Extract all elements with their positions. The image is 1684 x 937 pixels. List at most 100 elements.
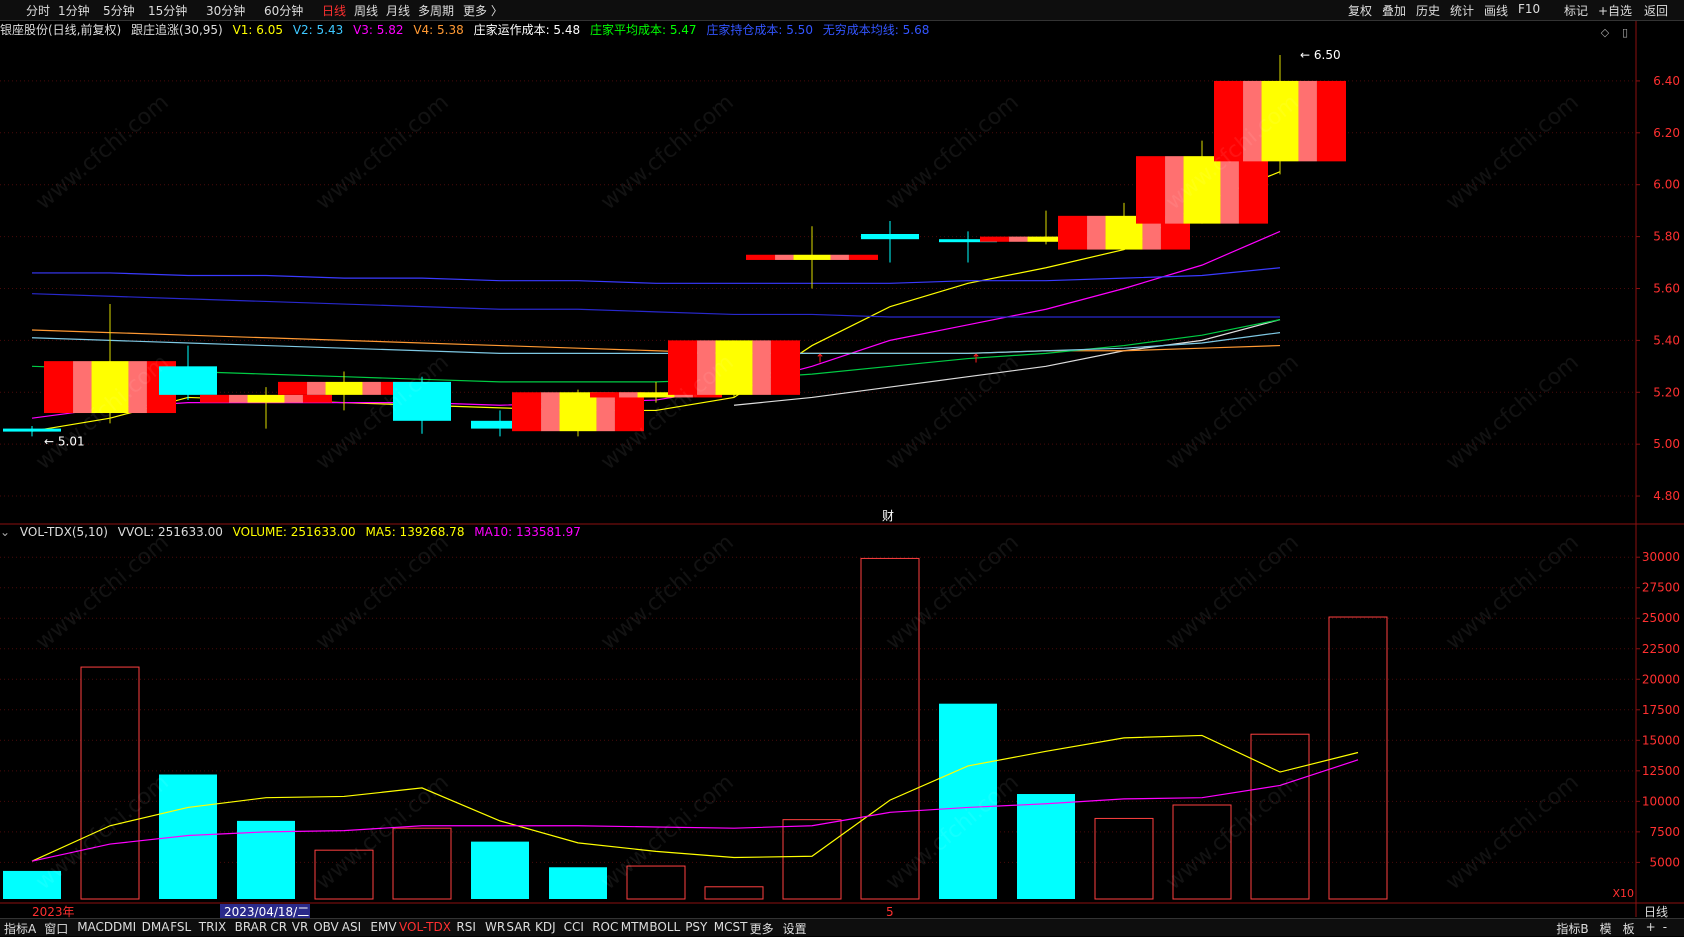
indicator-tab-18[interactable]: CCI <box>564 920 584 934</box>
price-tick-label-8: 4.80 <box>1653 489 1680 503</box>
indicator-tab-22[interactable]: PSY <box>685 920 707 934</box>
candle-body-stripe <box>200 394 230 403</box>
indicator-tab-19[interactable]: ROC <box>592 920 618 934</box>
event-marker-label: 财 <box>882 509 894 523</box>
indicator-tab-9[interactable]: VR <box>292 920 309 934</box>
volume-tick-label-0: 30000 <box>1642 550 1680 564</box>
tab-60min[interactable]: 60分钟 <box>264 2 303 19</box>
chevron-down-icon[interactable]: ⌄ <box>0 525 10 539</box>
price-tick-label-4: 5.60 <box>1653 281 1680 295</box>
candle-body-stripe <box>559 392 597 432</box>
candle-body-stripe <box>1238 156 1268 224</box>
indicator-tab-24[interactable]: 更多 <box>750 920 774 937</box>
candle-body-stripe <box>848 254 878 260</box>
volume-bar <box>704 886 764 900</box>
tab-more[interactable]: 更多 〉 <box>463 2 503 19</box>
watermark: www.cfchi.com <box>881 349 1024 476</box>
tab-30min[interactable]: 30分钟 <box>206 2 245 19</box>
volume-tick-label-6: 15000 <box>1642 733 1680 747</box>
bottom-right-btn-3[interactable]: + <box>1646 920 1656 934</box>
indicator-tab-2[interactable]: MACD <box>77 920 113 934</box>
stock-chart[interactable]: 6.406.206.005.805.605.405.205.004.80← 5.… <box>0 0 1684 935</box>
btn-huaxian[interactable]: 画线 <box>1484 2 1508 19</box>
indicator-tab-4[interactable]: DMA <box>142 920 170 934</box>
btn-f10[interactable]: F10 <box>1518 2 1540 16</box>
tab-monthly[interactable]: 月线 <box>386 2 410 19</box>
indicator-tab-25[interactable]: 设置 <box>783 920 807 937</box>
indicator-tab-16[interactable]: SAR <box>506 920 530 934</box>
tab-15min[interactable]: 15分钟 <box>148 2 187 19</box>
indicator-tab-21[interactable]: BOLL <box>649 920 680 934</box>
tab-fenshi[interactable]: 分时 <box>26 2 50 19</box>
indicator-tab-3[interactable]: DMI <box>113 920 136 934</box>
tab-weekly[interactable]: 周线 <box>354 2 378 19</box>
v4-value: V4: 5.38 <box>413 23 464 37</box>
btn-diejia[interactable]: 叠加 <box>1382 2 1406 19</box>
price-line-hold <box>32 267 1281 284</box>
indicator-tab-14[interactable]: RSI <box>456 920 476 934</box>
volume-bar <box>1328 616 1388 900</box>
indicator-tabs-bar: 指标A 窗口 MACD DMI DMA FSL TRIX BRAR CR VR OBV ASI EMV V… <box>0 918 1684 936</box>
indicator-tab-1[interactable]: 窗口 <box>44 920 68 937</box>
price-line-V1 <box>31 171 1281 432</box>
bottom-right-btn-2[interactable]: 板 <box>1623 920 1635 937</box>
tab-multi[interactable]: 多周期 <box>418 2 454 19</box>
btn-biaoji[interactable]: 标记 <box>1564 2 1588 19</box>
indicator-info-bar: 银座股份(日线,前复权) 跟庄追涨(30,95) V1: 6.05 V2: 5.… <box>0 21 1560 39</box>
volume-bar <box>860 557 920 900</box>
candle-body-stripe <box>619 392 638 398</box>
volume-bar <box>1094 817 1154 900</box>
watermark: www.cfchi.com <box>596 529 739 656</box>
btn-zixuan[interactable]: +自选 <box>1598 2 1632 19</box>
btn-tongji[interactable]: 统计 <box>1450 2 1474 19</box>
indicator-tab-0[interactable]: 指标A <box>4 920 36 937</box>
indicator-tab-7[interactable]: BRAR <box>235 920 268 934</box>
indicator-tab-23[interactable]: MCST <box>714 920 748 934</box>
indicator-tab-10[interactable]: OBV <box>313 920 339 934</box>
candle-body-stripe <box>1136 156 1166 224</box>
volume-tick-label-2: 25000 <box>1642 611 1680 625</box>
watermark: www.cfchi.com <box>31 89 174 216</box>
candle-body-stripe <box>596 392 615 432</box>
hold-cost-value: 庄家持仓成本: 5.50 <box>706 23 813 37</box>
candle-body-stripe <box>325 381 363 395</box>
indicator-tab-20[interactable]: MTM <box>621 920 649 934</box>
btn-fanhui[interactable]: 返回 <box>1644 2 1668 19</box>
tab-daily[interactable]: 日线 <box>322 2 346 19</box>
candle-body-stripe <box>1142 215 1161 250</box>
bottom-right-btn-4[interactable]: - <box>1663 920 1667 934</box>
indicator-tab-5[interactable]: FSL <box>170 920 191 934</box>
indicator-name[interactable]: 跟庄追涨(30,95) <box>131 23 223 37</box>
candle-body-stripe <box>278 381 308 395</box>
v1-value: V1: 6.05 <box>232 23 283 37</box>
price-line-op <box>31 319 1281 383</box>
x-label-date: 2023/04/18/二 <box>224 905 309 919</box>
stock-title[interactable]: 银座股份(日线,前复权) <box>0 23 121 37</box>
bottom-right-btn-1[interactable]: 模 <box>1600 920 1612 937</box>
tab-1min[interactable]: 1分钟 <box>58 2 90 19</box>
x-label-month: 5 <box>886 905 894 919</box>
indicator-tab-17[interactable]: KDJ <box>535 920 556 934</box>
v2-value: V2: 5.43 <box>292 23 344 37</box>
watermark: www.cfchi.com <box>1441 349 1584 476</box>
indicator-tab-6[interactable]: TRIX <box>199 920 226 934</box>
indicator-tab-15[interactable]: WR <box>485 920 505 934</box>
candle-body-stripe <box>830 254 849 260</box>
price-tick-label-5: 5.40 <box>1653 333 1680 347</box>
btn-lishi[interactable]: 历史 <box>1416 2 1440 19</box>
diamond-icon: ◇ <box>1601 26 1610 39</box>
candle-body <box>3 428 61 432</box>
price-tick-label-2: 6.00 <box>1653 178 1680 192</box>
tab-5min[interactable]: 5分钟 <box>103 2 135 19</box>
indicator-tab-8[interactable]: CR <box>270 920 287 934</box>
bottom-right-btn-0[interactable]: 指标B <box>1556 920 1588 937</box>
indicator-tab-13[interactable]: VOL-TDX <box>399 920 451 934</box>
btn-fuquan[interactable]: 复权 <box>1348 2 1372 19</box>
vol-title[interactable]: VOL-TDX(5,10) <box>20 525 108 539</box>
indicator-tab-12[interactable]: EMV <box>370 920 396 934</box>
indicator-tab-11[interactable]: ASI <box>342 920 361 934</box>
vvol-value: VVOL: 251633.00 <box>117 525 223 539</box>
price-tick-label-6: 5.20 <box>1653 385 1680 399</box>
candle-body-stripe <box>775 254 794 260</box>
candle-body-stripe <box>770 340 800 395</box>
